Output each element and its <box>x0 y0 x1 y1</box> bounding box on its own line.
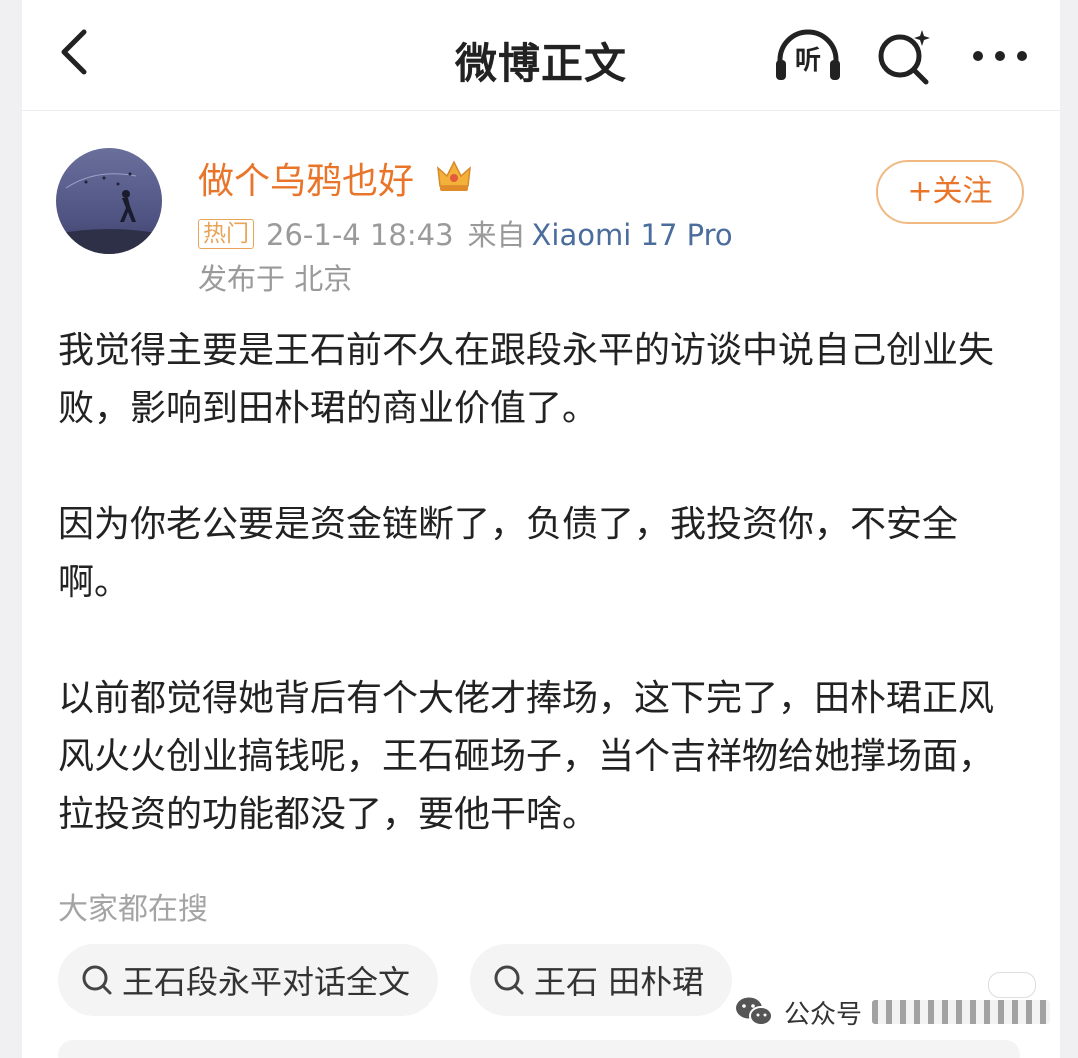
vip-crown-icon <box>437 160 471 191</box>
search-button[interactable] <box>874 26 934 86</box>
avatar-image <box>56 148 162 254</box>
suggestion-label: 王石段永平对话全文 <box>122 963 411 1001</box>
post-time: 26-1-4 18:43 <box>266 218 454 252</box>
follow-button[interactable]: +关注 <box>876 160 1024 224</box>
suggestion-label: 王石 田朴珺 <box>534 963 705 1001</box>
suggestions-title: 大家都在搜 <box>58 892 208 927</box>
watermark: 公众号 <box>734 990 1051 1034</box>
more-dots-icon <box>973 51 1027 61</box>
search-suggestion-chip[interactable]: 王石 田朴珺 <box>470 944 733 1016</box>
listen-button[interactable]: 听 <box>772 26 844 86</box>
bottom-card <box>58 1040 1020 1058</box>
search-icon <box>494 965 524 995</box>
hot-badge: 热门 <box>198 219 254 249</box>
search-icon <box>82 965 112 995</box>
search-sparkle-icon <box>878 30 930 85</box>
post-paragraph: 我觉得主要是王石前不久在跟段永平的访谈中说自己创业失败，影响到田朴珺的商业价值了… <box>58 330 995 429</box>
post-paragraph: 因为你老公要是资金链断了，负债了，我投资你，不安全啊。 <box>58 504 959 603</box>
listen-label: 听 <box>794 46 821 76</box>
author-avatar[interactable] <box>56 148 162 254</box>
top-nav-bar: 微博正文 听 <box>22 0 1060 111</box>
author-name[interactable]: 做个乌鸦也好 <box>198 152 414 204</box>
post-paragraph: 以前都觉得她背后有个大佬才捧场，这下完了，田朴珺正风风火火创业搞钱呢，王石砸场子… <box>58 678 995 835</box>
post-meta: 热门 26-1-4 18:43 来自 Xiaomi 17 Pro <box>198 212 733 252</box>
weibo-post-screen: 微博正文 听 做个乌鸦也好 +关注 热门 26-1-4 18:43 来自 Xia… <box>22 0 1060 1058</box>
watermark-account-name <box>872 1000 1051 1024</box>
search-suggestion-chip[interactable]: 王石段永平对话全文 <box>58 944 439 1016</box>
post-location: 发布于 北京 <box>198 262 353 296</box>
watermark-label: 公众号 <box>784 999 863 1030</box>
source-label: 来自 <box>467 218 526 252</box>
post-content: 我觉得主要是王石前不久在跟段永平的访谈中说自己创业失败，影响到田朴珺的商业价值了… <box>58 322 1018 844</box>
wechat-icon <box>736 997 773 1026</box>
source-device-link[interactable]: Xiaomi 17 Pro <box>532 218 733 252</box>
more-options-button[interactable] <box>968 26 1034 86</box>
